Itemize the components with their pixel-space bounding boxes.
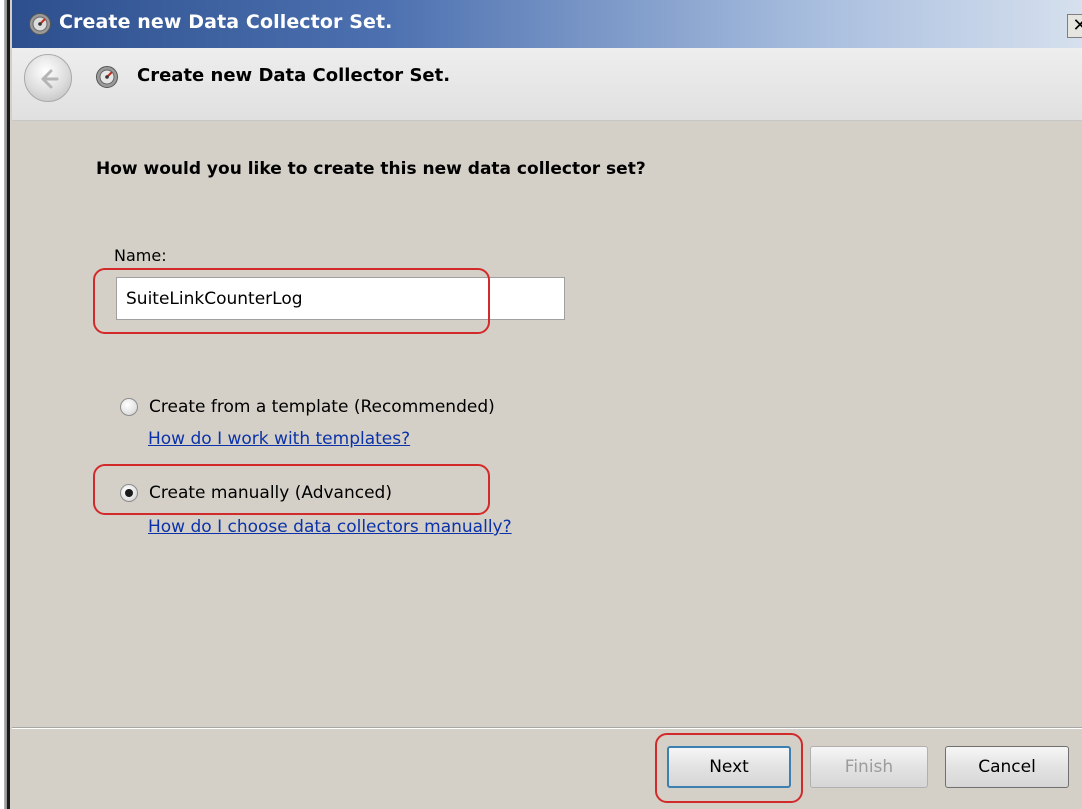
manual-help-link[interactable]: How do I choose data collectors manually… bbox=[148, 517, 512, 537]
name-field[interactable] bbox=[116, 277, 565, 320]
page-question: How would you like to create this new da… bbox=[96, 159, 646, 179]
close-button[interactable]: ✕ bbox=[1067, 14, 1082, 38]
radio-template[interactable] bbox=[120, 398, 138, 416]
wizard-header: Create new Data Collector Set. bbox=[12, 48, 1082, 121]
close-icon: ✕ bbox=[1072, 15, 1082, 36]
radio-selected-dot bbox=[125, 489, 133, 497]
header-title: Create new Data Collector Set. bbox=[137, 65, 451, 86]
window-title: Create new Data Collector Set. bbox=[59, 11, 393, 33]
templates-help-link[interactable]: How do I work with templates? bbox=[148, 429, 410, 449]
back-arrow-icon bbox=[41, 69, 59, 89]
back-button[interactable] bbox=[24, 54, 72, 102]
name-label: Name: bbox=[114, 246, 167, 265]
cancel-button[interactable]: Cancel bbox=[945, 746, 1069, 788]
perfmon-icon bbox=[96, 66, 118, 88]
window-frame-left bbox=[0, 0, 12, 809]
option-manual-label[interactable]: Create manually (Advanced) bbox=[149, 483, 392, 503]
perfmon-icon bbox=[29, 13, 51, 35]
finish-button[interactable]: Finish bbox=[810, 746, 928, 788]
title-bar[interactable]: Create new Data Collector Set. ✕ bbox=[12, 0, 1082, 48]
footer-separator bbox=[12, 727, 1082, 729]
next-button[interactable]: Next bbox=[667, 746, 791, 788]
radio-manual[interactable] bbox=[120, 484, 138, 502]
option-template-label[interactable]: Create from a template (Recommended) bbox=[149, 397, 495, 417]
wizard-content: How would you like to create this new da… bbox=[12, 121, 1082, 726]
